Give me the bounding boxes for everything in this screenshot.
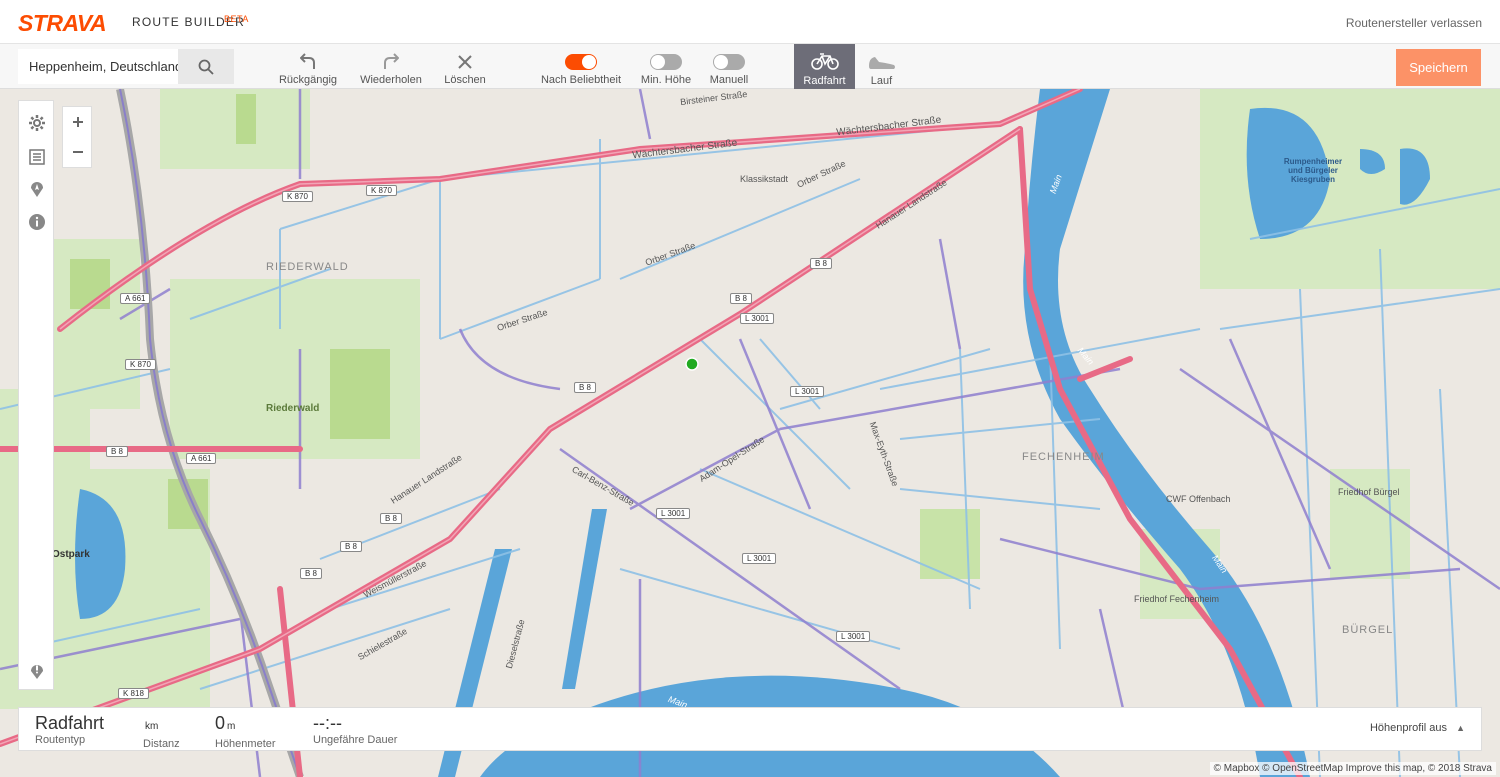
map-label-ostpark: Ostpark	[52, 549, 90, 560]
zoom-out-button[interactable]	[63, 137, 93, 167]
road-shield-b8: B 8	[810, 258, 833, 269]
min-elevation-switch[interactable]	[650, 54, 682, 70]
map-label-friedhof-buergel: Friedhof Bürgel	[1338, 487, 1400, 497]
elevation-label: Höhenmeter	[215, 738, 276, 750]
route-type-stat: Radfahrt Routentyp	[35, 712, 104, 746]
elevation-profile-label: Höhenprofil aus	[1369, 722, 1448, 734]
run-sport-button[interactable]: Lauf	[851, 44, 912, 89]
clear-label: Löschen	[444, 74, 486, 86]
route-type-value: Radfahrt	[35, 713, 105, 733]
min-elevation-toggle[interactable]: Min. Höhe	[638, 44, 694, 89]
beta-badge: BETA	[224, 14, 249, 24]
elevation-profile-toggle[interactable]: Höhenprofil aus ▲	[1370, 722, 1465, 734]
manual-switch[interactable]	[713, 54, 745, 70]
list-icon	[29, 149, 45, 165]
road-shield-k870: K 870	[366, 185, 397, 196]
route-type-label: Routentyp	[35, 734, 86, 746]
manual-label: Manuell	[709, 74, 749, 86]
map-canvas[interactable]	[0, 89, 1500, 777]
road-shield-a661: A 661	[120, 293, 151, 304]
ride-sport-button[interactable]: Radfahrt	[794, 44, 855, 89]
elevation-value: 0	[215, 713, 226, 733]
exit-route-builder-link[interactable]: Routenersteller verlassen	[1346, 16, 1482, 30]
redo-icon	[384, 53, 399, 69]
map-label-cwf: CWF Offenbach	[1166, 494, 1231, 504]
elevation-stat: 0m Höhenmeter	[215, 712, 276, 750]
road-shield-b8: B 8	[340, 541, 363, 552]
map-label-fechenheim: FECHENHEIM	[1022, 451, 1105, 463]
redo-button[interactable]: Wiederholen	[356, 44, 426, 89]
popularity-switch[interactable]	[565, 54, 597, 70]
elevation-unit: m	[227, 721, 236, 732]
undo-icon	[300, 53, 315, 69]
map-attribution[interactable]: © Mapbox © OpenStreetMap Improve this ma…	[1209, 762, 1496, 775]
duration-stat: --:-- Ungefähre Dauer	[313, 712, 397, 746]
map-controls-panel	[18, 100, 54, 690]
popularity-label: Nach Beliebtheit	[540, 74, 622, 86]
road-shield-a661: A 661	[186, 453, 217, 464]
shoe-icon	[868, 57, 895, 69]
redo-label: Wiederholen	[360, 74, 422, 86]
duration-label: Ungefähre Dauer	[313, 734, 398, 746]
road-shield-k818: K 818	[118, 688, 149, 699]
map-label-riederwald: Riederwald	[266, 403, 320, 414]
road-shield-b8: B 8	[300, 568, 323, 579]
search-input[interactable]	[18, 49, 178, 84]
undo-label: Rückgängig	[278, 74, 338, 86]
caret-up-icon: ▲	[1456, 723, 1465, 733]
road-shield-b8: B 8	[730, 293, 753, 304]
min-elevation-label: Min. Höhe	[640, 74, 692, 86]
ride-label: Radfahrt	[803, 75, 846, 87]
road-shield-l3001: L 3001	[656, 508, 691, 519]
road-shield-l3001: L 3001	[790, 386, 825, 397]
report-button[interactable]	[27, 661, 47, 681]
plus-icon	[73, 117, 83, 127]
settings-button[interactable]	[27, 113, 47, 133]
clear-button[interactable]: Löschen	[440, 44, 490, 89]
road-shield-b8: B 8	[380, 513, 403, 524]
route-map[interactable]: RIEDERWALD Riederwald FECHENHEIM BÜRGEL …	[0, 89, 1500, 777]
save-button[interactable]: Speichern	[1396, 49, 1481, 86]
toolbar: Rückgängig Wiederholen Löschen Nach Beli…	[0, 44, 1500, 89]
route-list-button[interactable]	[27, 147, 47, 167]
zoom-controls	[62, 106, 92, 168]
manual-toggle[interactable]: Manuell	[706, 44, 752, 89]
road-shield-b8: B 8	[574, 382, 597, 393]
bike-icon	[810, 53, 839, 70]
map-label-klassikstadt: Klassikstadt	[740, 174, 789, 184]
road-shield-l3001: L 3001	[836, 631, 871, 642]
popularity-toggle[interactable]: Nach Beliebtheit	[536, 44, 626, 89]
location-search	[18, 49, 234, 84]
map-label-kiesgruben: Rumpenheimer und Bürgeler Kiesgruben	[1283, 157, 1343, 184]
close-icon	[458, 55, 472, 69]
location-button[interactable]	[27, 179, 47, 199]
search-button[interactable]	[178, 49, 234, 84]
road-shield-k870: K 870	[125, 359, 156, 370]
distance-unit: km	[145, 721, 159, 732]
gear-icon	[29, 115, 45, 131]
road-shield-b8: B 8	[106, 446, 129, 457]
top-header: STRAVA ROUTE BUILDER BETA Routenerstelle…	[0, 0, 1500, 44]
map-label-friedhof-fechenheim: Friedhof Fechenheim	[1134, 594, 1220, 604]
duration-value: --:--	[313, 713, 342, 733]
map-label-buergel: BÜRGEL	[1342, 624, 1394, 636]
location-pin-icon	[31, 182, 43, 197]
undo-button[interactable]: Rückgängig	[276, 44, 340, 89]
road-shield-k870: K 870	[282, 191, 313, 202]
distance-label: Distanz	[143, 738, 180, 750]
distance-stat: km Distanz	[143, 712, 180, 750]
strava-logo[interactable]: STRAVA	[18, 10, 107, 37]
minus-icon	[73, 151, 83, 153]
search-icon	[198, 59, 214, 75]
road-shield-l3001: L 3001	[742, 553, 777, 564]
run-label: Lauf	[870, 75, 893, 87]
info-icon	[29, 214, 45, 230]
alert-pin-icon	[31, 665, 43, 679]
road-shield-l3001: L 3001	[740, 313, 775, 324]
zoom-in-button[interactable]	[63, 107, 93, 137]
route-stats-bar: Radfahrt Routentyp km Distanz 0m Höhenme…	[18, 707, 1482, 751]
info-button[interactable]	[27, 212, 47, 232]
map-label-riederwald-district: RIEDERWALD	[266, 261, 349, 273]
